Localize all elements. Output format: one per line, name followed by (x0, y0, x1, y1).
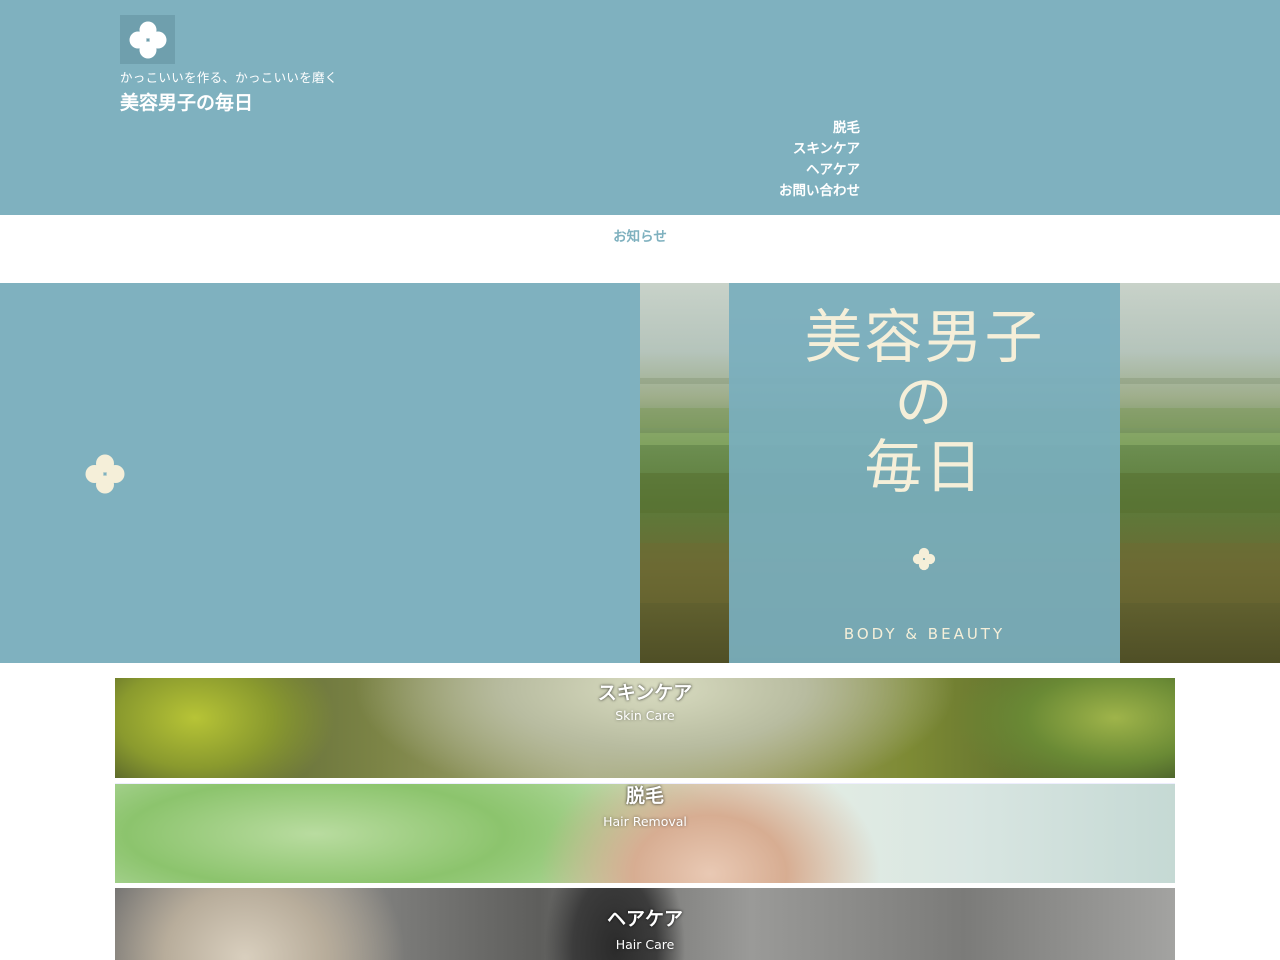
category-banner-skin-care[interactable]: スキンケア Skin Care (115, 678, 1175, 778)
notice-link[interactable]: お知らせ (0, 225, 1280, 245)
hero-card-title-line: 毎日 (864, 433, 985, 501)
hero-card-title-line: の (894, 368, 955, 436)
main-nav: 脱毛 スキンケア ヘアケア お問い合わせ (779, 118, 860, 202)
category-title: 脱毛 (625, 785, 664, 807)
nav-item-hair-care[interactable]: ヘアケア (779, 160, 860, 181)
hero-card-title-line: 美容男子 (804, 303, 1045, 371)
category-banner-hair-removal[interactable]: 脱毛 Hair Removal (115, 783, 1175, 883)
category-banner-hair-care[interactable]: ヘアケア Hair Care (115, 888, 1175, 960)
nav-item-skin-care[interactable]: スキンケア (779, 139, 860, 160)
category-subtitle: Hair Care (615, 937, 675, 952)
hero-card-title: 美容男子 の 毎日 (729, 305, 1120, 500)
nav-item-hair-removal[interactable]: 脱毛 (779, 118, 860, 139)
hero-card-subtitle: BODY & BEAUTY (843, 625, 1006, 643)
clover-icon (129, 21, 166, 58)
category-title: ヘアケア (606, 908, 683, 930)
clover-icon (912, 547, 936, 571)
site-logo[interactable] (120, 15, 175, 64)
category-subtitle: Skin Care (615, 708, 675, 723)
clover-icon (85, 454, 125, 494)
category-title: スキンケア (597, 682, 693, 704)
site-title[interactable]: 美容男子の毎日 (120, 88, 253, 115)
site-header: かっこいいを作る、かっこいいを磨く 美容男子の毎日 脱毛 スキンケア ヘアケア … (0, 0, 1280, 215)
category-subtitle: Hair Removal (603, 814, 687, 829)
nav-item-contact[interactable]: お問い合わせ (779, 181, 860, 202)
notice-bar: お知らせ (0, 215, 1280, 283)
site-tagline: かっこいいを作る、かっこいいを磨く (120, 70, 338, 85)
hero-title-card: 美容男子 の 毎日 BODY & BEAUTY (729, 283, 1120, 663)
